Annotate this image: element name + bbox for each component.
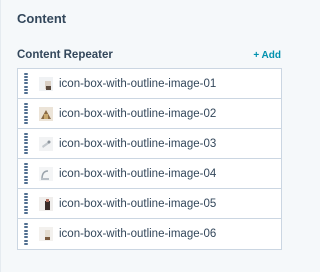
image-thumbnail-icon bbox=[39, 76, 53, 91]
drag-handle-icon[interactable] bbox=[24, 72, 30, 95]
content-panel: Content Content Repeater + Add icon-box-… bbox=[0, 0, 295, 272]
add-item-button[interactable]: + Add bbox=[253, 50, 281, 61]
list-item[interactable]: icon-box-with-outline-image-01 bbox=[18, 69, 281, 99]
repeater-header: Content Repeater + Add bbox=[17, 47, 281, 63]
drag-handle-icon[interactable] bbox=[24, 223, 30, 245]
list-item[interactable]: icon-box-with-outline-image-06 bbox=[18, 219, 281, 249]
drag-handle-icon[interactable] bbox=[24, 132, 30, 155]
image-thumbnail-icon bbox=[39, 136, 53, 151]
list-item-label: icon-box-with-outline-image-03 bbox=[59, 137, 217, 150]
list-item-label: icon-box-with-outline-image-01 bbox=[59, 77, 217, 90]
drag-handle-icon[interactable] bbox=[24, 102, 30, 125]
image-thumbnail-icon bbox=[39, 196, 53, 211]
list-item-label: icon-box-with-outline-image-04 bbox=[59, 167, 217, 180]
section-title: Content bbox=[17, 11, 67, 26]
list-item[interactable]: icon-box-with-outline-image-05 bbox=[18, 189, 281, 219]
repeater-list: icon-box-with-outline-image-01 icon-box-… bbox=[17, 68, 282, 250]
repeater-label: Content Repeater bbox=[17, 49, 113, 61]
image-thumbnail-icon bbox=[39, 166, 53, 181]
image-thumbnail-icon bbox=[39, 227, 53, 241]
list-item[interactable]: icon-box-with-outline-image-03 bbox=[18, 129, 281, 159]
drag-handle-icon[interactable] bbox=[24, 162, 30, 185]
list-item-label: icon-box-with-outline-image-06 bbox=[59, 228, 217, 240]
list-item[interactable]: icon-box-with-outline-image-04 bbox=[18, 159, 281, 189]
list-item-label: icon-box-with-outline-image-05 bbox=[59, 197, 217, 210]
list-item[interactable]: icon-box-with-outline-image-02 bbox=[18, 99, 281, 129]
list-item-label: icon-box-with-outline-image-02 bbox=[59, 107, 217, 120]
drag-handle-icon[interactable] bbox=[24, 192, 30, 215]
image-thumbnail-icon bbox=[39, 106, 53, 121]
